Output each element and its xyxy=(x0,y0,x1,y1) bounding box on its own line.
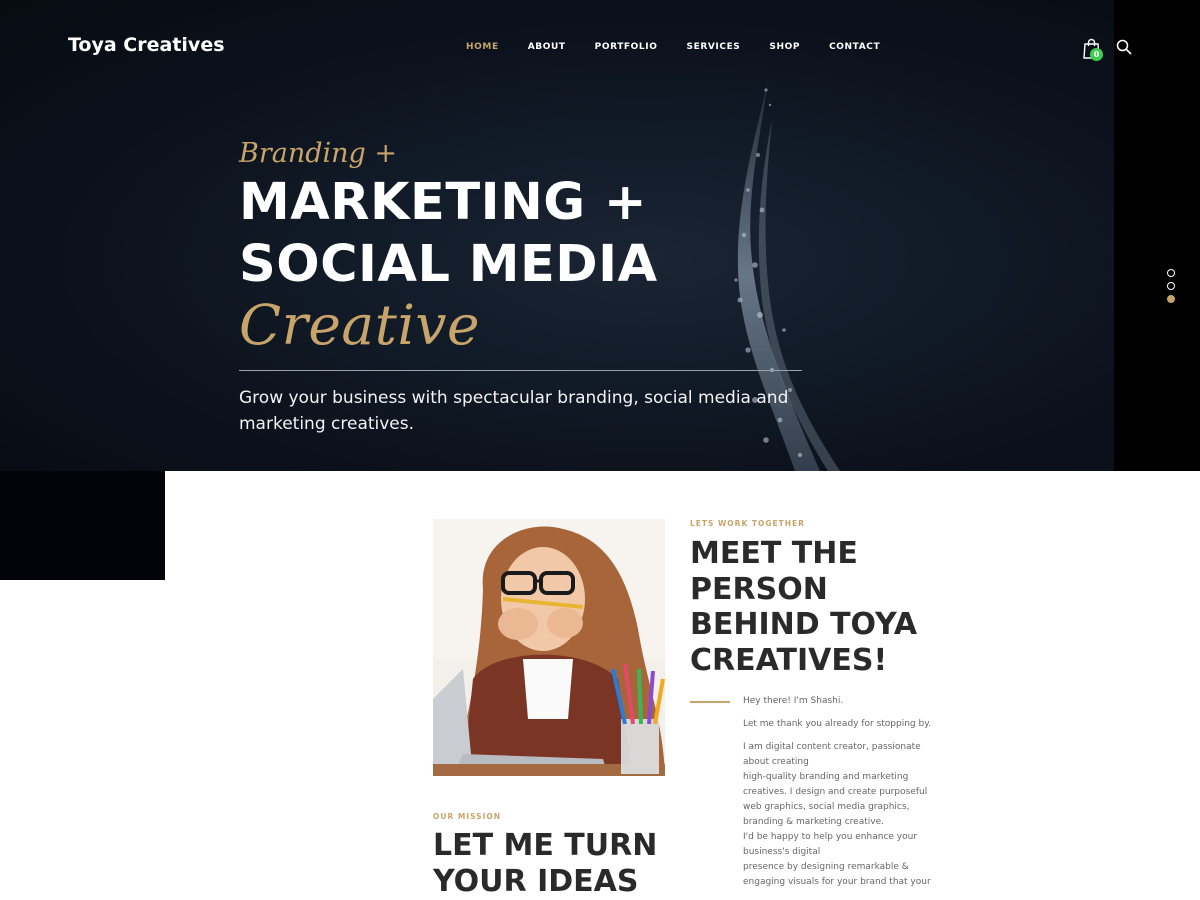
about-bio: Hey there! I'm Shashi. Let me thank you … xyxy=(743,694,933,890)
hero-tagline: Branding + xyxy=(239,138,398,169)
bio-line: high-quality branding and marketing xyxy=(743,772,909,782)
nav-shop[interactable]: SHOP xyxy=(769,42,800,52)
hero-divider xyxy=(239,370,802,371)
slider-pagination xyxy=(1167,269,1176,308)
cart-count-badge: 0 xyxy=(1090,48,1103,61)
mission-title: LET ME TURN YOUR IDEAS xyxy=(433,828,657,899)
bio-line: creatives. I design and create purposefu… xyxy=(743,787,928,797)
about-accent-rule xyxy=(690,701,730,703)
bio-line: I am digital content creator, passionate xyxy=(743,742,921,752)
hero-lead-text: Grow your business with spectacular bran… xyxy=(239,388,789,434)
bio-line: presence by designing remarkable & xyxy=(743,862,909,872)
search-icon[interactable] xyxy=(1116,39,1132,55)
nav-home[interactable]: HOME xyxy=(466,42,499,52)
main-menu: HOME ABOUT PORTFOLIO SERVICES SHOP CONTA… xyxy=(466,42,909,52)
bio-line: I'd be happy to help you enhance your xyxy=(743,832,918,842)
bio-thanks: Let me thank you already for stopping by… xyxy=(743,719,932,729)
bio-line: about creating xyxy=(743,757,809,767)
bio-line: web graphics, social media graphics, xyxy=(743,802,910,812)
mission-title-line: LET ME TURN xyxy=(433,828,658,863)
nav-services[interactable]: SERVICES xyxy=(686,42,740,52)
slider-dot[interactable] xyxy=(1167,282,1175,290)
about-title-line: MEET THE xyxy=(690,536,858,571)
nav-contact[interactable]: CONTACT xyxy=(829,42,880,52)
bio-line: business's digital xyxy=(743,847,821,857)
mission-title-line: YOUR IDEAS xyxy=(433,863,639,899)
nav-portfolio[interactable]: PORTFOLIO xyxy=(595,42,658,52)
about-title-line: BEHIND TOYA xyxy=(690,607,918,642)
slider-dot[interactable] xyxy=(1167,269,1175,277)
hero-accent-word: Creative xyxy=(239,293,481,357)
site-logo[interactable]: Toya Creatives xyxy=(68,34,225,56)
bio-body: I am digital content creator, passionate… xyxy=(743,740,933,890)
hero-headline-line: MARKETING + xyxy=(239,173,648,232)
profile-photo xyxy=(433,519,665,776)
about-title: MEET THE PERSON BEHIND TOYA CREATIVES! xyxy=(690,536,917,678)
about-title-line: CREATIVES! xyxy=(690,642,888,678)
nav-about[interactable]: ABOUT xyxy=(528,42,566,52)
bio-greeting: Hey there! I'm Shashi. xyxy=(743,696,844,706)
mission-eyebrow: OUR MISSION xyxy=(433,812,502,821)
slider-dot-active[interactable] xyxy=(1167,295,1175,303)
hero-headline-line: SOCIAL MEDIA xyxy=(239,235,658,294)
about-title-line: PERSON xyxy=(690,571,828,607)
about-section xyxy=(165,471,1200,900)
bio-line: branding & marketing creative. xyxy=(743,817,884,827)
about-eyebrow: LETS WORK TOGETHER xyxy=(690,519,805,528)
top-navigation: Toya Creatives HOME ABOUT PORTFOLIO SERV… xyxy=(0,0,1200,95)
bio-line: engaging visuals for your brand that you… xyxy=(743,877,931,887)
hero-headline: MARKETING + SOCIAL MEDIA xyxy=(239,172,658,296)
